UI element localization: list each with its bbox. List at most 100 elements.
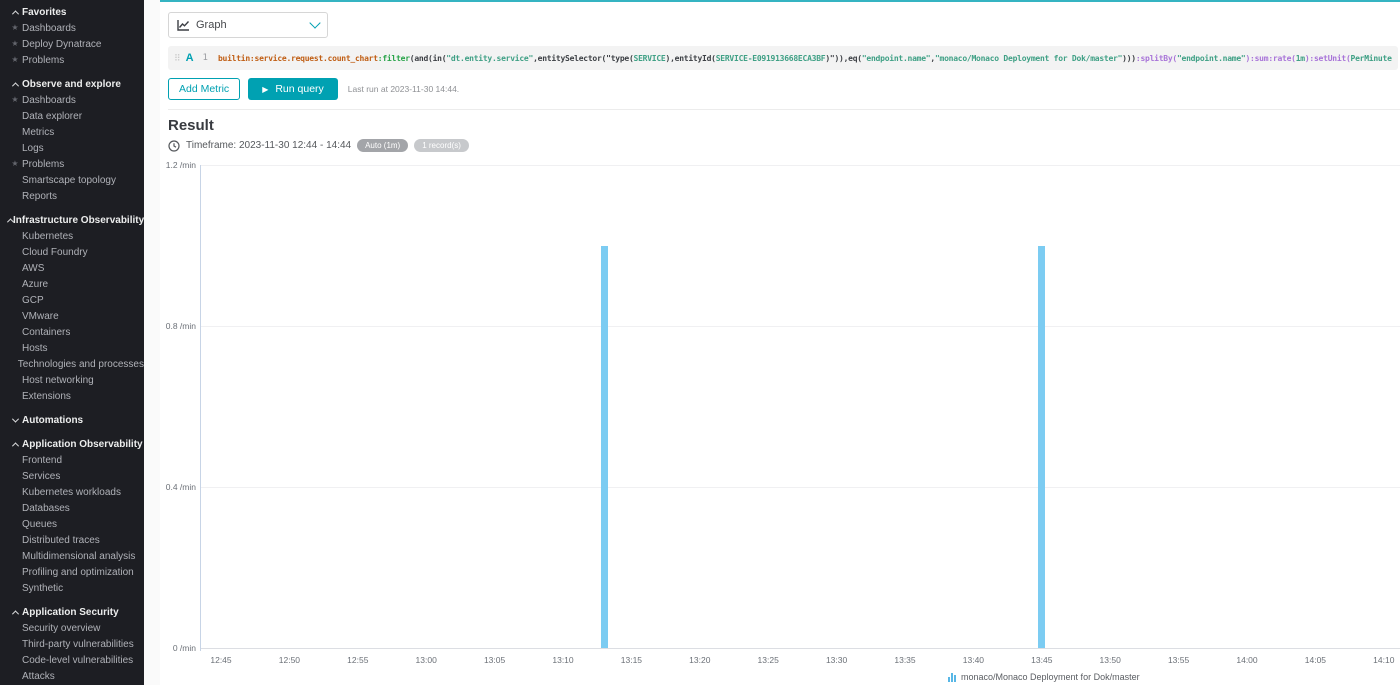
sidebar-item-technologies-and-processes[interactable]: Technologies and processes: [0, 356, 144, 372]
chart-bar[interactable]: [601, 246, 608, 649]
sidebar-item-label: Code-level vulnerabilities: [22, 655, 133, 666]
x-axis-tick-label: 13:00: [416, 655, 437, 665]
bar-chart-icon: [948, 673, 956, 682]
sidebar-item-reports[interactable]: Reports: [0, 188, 144, 204]
gridline: [200, 165, 1400, 166]
query-token: "endpoint.name": [1177, 54, 1246, 63]
sidebar-section-header[interactable]: Application Security: [0, 604, 144, 620]
star-icon: ★: [8, 20, 22, 36]
sidebar-item-label: Logs: [22, 143, 44, 154]
sidebar-item-gcp[interactable]: GCP: [0, 292, 144, 308]
sidebar-section-header[interactable]: Automations: [0, 412, 144, 428]
sidebar-item-azure[interactable]: Azure: [0, 276, 144, 292]
sidebar-section-label: Automations: [22, 415, 83, 426]
x-axis-tick-label: 12:50: [279, 655, 300, 665]
y-axis-line: [200, 165, 201, 651]
timeframe-row: Timeframe: 2023-11-30 12:44 - 14:44 Auto…: [168, 139, 1400, 152]
sidebar-item-distributed-traces[interactable]: Distributed traces: [0, 532, 144, 548]
x-axis-tick-label: 13:20: [689, 655, 710, 665]
gridline: [200, 487, 1400, 488]
sidebar-item-host-networking[interactable]: Host networking: [0, 372, 144, 388]
query-line-number: 1: [203, 53, 208, 63]
query-token: SERVICE-E091913668ECA3BF: [716, 54, 826, 63]
sidebar-item-synthetic[interactable]: Synthetic: [0, 580, 144, 596]
x-axis-tick-label: 14:00: [1236, 655, 1257, 665]
sidebar-item-cloud-foundry[interactable]: Cloud Foundry: [0, 244, 144, 260]
sidebar-section-header[interactable]: Observe and explore: [0, 76, 144, 92]
sidebar-item-data-explorer[interactable]: Data explorer: [0, 108, 144, 124]
sidebar-item-profiling-and-optimization[interactable]: Profiling and optimization: [0, 564, 144, 580]
sidebar-section-label: Infrastructure Observability: [13, 215, 144, 226]
query-token: ):sum:rate(: [1245, 54, 1295, 63]
query-token: "dt.entity.service": [446, 54, 533, 63]
x-axis-tick-label: 12:45: [210, 655, 231, 665]
query-token: :filter: [378, 54, 410, 63]
query-token: builtin:service.request.count_chart: [218, 54, 378, 63]
sidebar-section-header[interactable]: Favorites: [0, 4, 144, 20]
sidebar-item-extensions[interactable]: Extensions: [0, 388, 144, 404]
sidebar-item-kubernetes[interactable]: Kubernetes: [0, 228, 144, 244]
sidebar-item-metrics[interactable]: Metrics: [0, 124, 144, 140]
sidebar-item-smartscape-topology[interactable]: Smartscape topology: [0, 172, 144, 188]
add-metric-button[interactable]: Add Metric: [168, 78, 240, 100]
star-icon: ★: [8, 36, 22, 52]
sidebar-item-attacks[interactable]: Attacks: [0, 668, 144, 684]
query-token: :splitBy(: [1136, 54, 1177, 63]
query-code-input[interactable]: builtin:service.request.count_chart:filt…: [218, 54, 1392, 63]
sidebar-item-label: Smartscape topology: [22, 175, 116, 186]
sidebar-item-vmware[interactable]: VMware: [0, 308, 144, 324]
line-chart-icon: [177, 19, 190, 31]
actions-row: Add Metric ▶ Run query Last run at 2023-…: [168, 78, 1400, 100]
chart-bar[interactable]: [1038, 246, 1045, 649]
chart-legend[interactable]: monaco/Monaco Deployment for Dok/master: [948, 672, 1140, 682]
status-badge: 1 record(s): [414, 139, 469, 152]
sidebar-item-frontend[interactable]: Frontend: [0, 452, 144, 468]
play-icon: ▶: [262, 85, 268, 94]
sidebar-item-label: Multidimensional analysis: [22, 551, 135, 562]
sidebar-item-code-level-vulnerabilities[interactable]: Code-level vulnerabilities: [0, 652, 144, 668]
sidebar-item-multidimensional-analysis[interactable]: Multidimensional analysis: [0, 548, 144, 564]
sidebar-item-containers[interactable]: Containers: [0, 324, 144, 340]
sidebar-item-label: VMware: [22, 311, 59, 322]
sidebar-item-hosts[interactable]: Hosts: [0, 340, 144, 356]
sidebar-item-services[interactable]: Services: [0, 468, 144, 484]
sidebar-item-dashboards[interactable]: ★Dashboards: [0, 92, 144, 108]
drag-handle-icon[interactable]: ⠿: [174, 53, 181, 64]
legend-series-label: monaco/Monaco Deployment for Dok/master: [961, 672, 1140, 682]
visualization-select[interactable]: Graph: [168, 12, 328, 38]
sidebar-item-dashboards[interactable]: ★Dashboards: [0, 20, 144, 36]
sidebar-section-header[interactable]: Application Observability: [0, 436, 144, 452]
sidebar-item-kubernetes-workloads[interactable]: Kubernetes workloads: [0, 484, 144, 500]
run-query-button[interactable]: ▶ Run query: [248, 78, 338, 100]
chevron-up-icon: [8, 610, 22, 615]
sidebar: Favorites★Dashboards★Deploy Dynatrace★Pr…: [0, 0, 144, 685]
x-axis-tick-label: 13:40: [963, 655, 984, 665]
sidebar-item-problems[interactable]: ★Problems: [0, 52, 144, 68]
sidebar-item-third-party-vulnerabilities[interactable]: Third-party vulnerabilities: [0, 636, 144, 652]
x-axis-tick-label: 13:30: [826, 655, 847, 665]
sidebar-item-label: Containers: [22, 327, 70, 338]
sidebar-item-queues[interactable]: Queues: [0, 516, 144, 532]
sidebar-scrollbar[interactable]: [144, 0, 160, 685]
sidebar-item-databases[interactable]: Databases: [0, 500, 144, 516]
query-token: )")),eq(: [825, 54, 862, 63]
sidebar-item-label: Services: [22, 471, 60, 482]
sidebar-item-label: Technologies and processes: [18, 359, 144, 370]
x-axis-tick-label: 13:05: [484, 655, 505, 665]
sidebar-section-header[interactable]: Infrastructure Observability: [0, 212, 144, 228]
query-row: ⠿ A 1 builtin:service.request.count_char…: [168, 46, 1398, 70]
sidebar-item-label: Dashboards: [22, 23, 76, 34]
x-axis-tick-label: 12:55: [347, 655, 368, 665]
sidebar-item-logs[interactable]: Logs: [0, 140, 144, 156]
sidebar-item-security-overview[interactable]: Security overview: [0, 620, 144, 636]
sidebar-item-label: AWS: [22, 263, 44, 274]
query-token: ),entityId(: [666, 54, 716, 63]
main-content: Graph ⠿ A 1 builtin:service.request.coun…: [160, 0, 1400, 685]
sidebar-item-label: Kubernetes: [22, 231, 73, 242]
sidebar-item-aws[interactable]: AWS: [0, 260, 144, 276]
sidebar-item-deploy-dynatrace[interactable]: ★Deploy Dynatrace: [0, 36, 144, 52]
sidebar-item-problems[interactable]: ★Problems: [0, 156, 144, 172]
sidebar-item-label: Metrics: [22, 127, 54, 138]
x-axis-tick-label: 13:15: [621, 655, 642, 665]
query-token: ,entitySelector("type(: [533, 54, 633, 63]
